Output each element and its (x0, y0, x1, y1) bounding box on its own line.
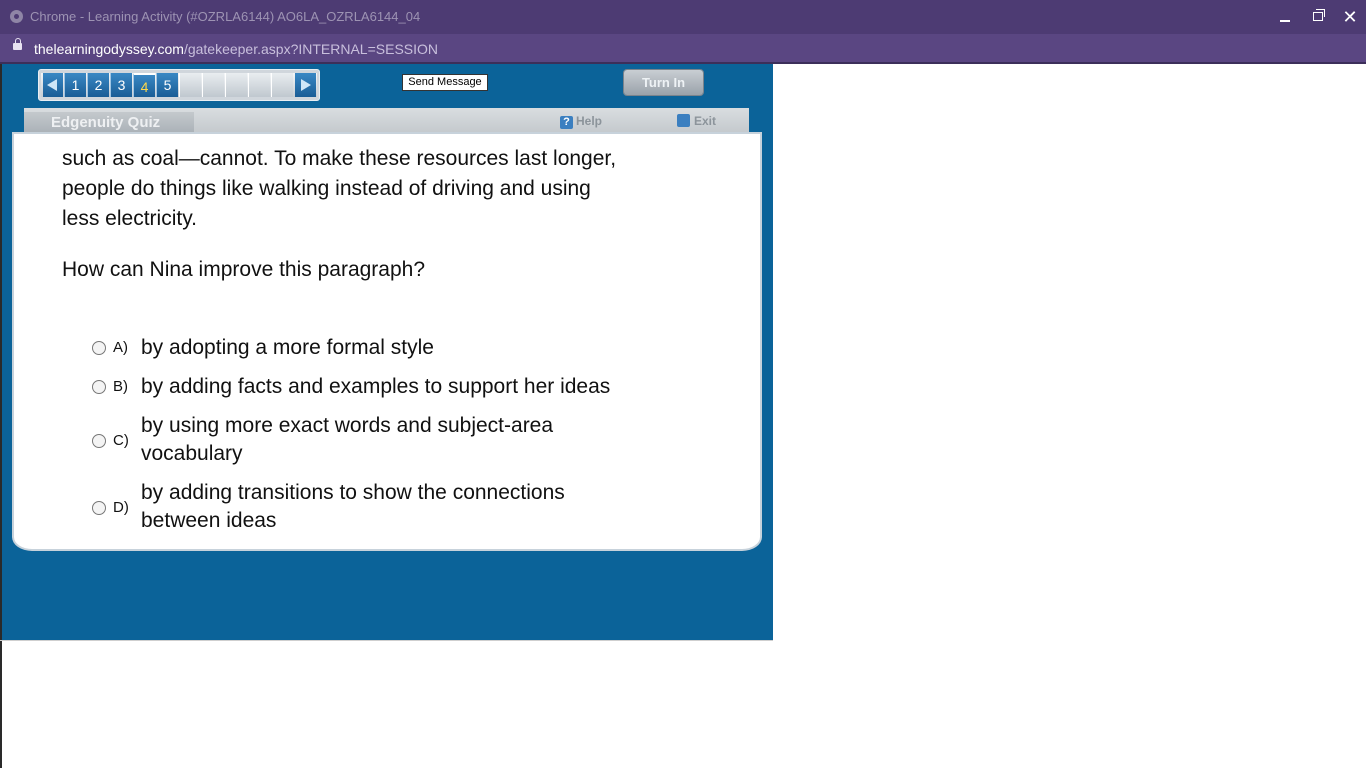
close-button[interactable]: ✕ (1338, 6, 1362, 28)
quiz-title: Edgenuity Quiz (24, 112, 194, 134)
url-host: thelearningodyssey.com (34, 41, 184, 57)
radio-icon[interactable] (92, 434, 106, 448)
option-text[interactable]: by adopting a more formal style (141, 334, 681, 362)
app-bottom-edge (0, 640, 773, 641)
previous-question-button[interactable] (43, 73, 63, 97)
option-text[interactable]: by using more exact words and subject-ar… (141, 412, 621, 468)
address-bar[interactable]: thelearningodyssey.com/gatekeeper.aspx?I… (0, 34, 1366, 64)
nav-page-4[interactable]: 4 (133, 73, 155, 97)
quiz-header: Edgenuity Quiz ? Help Exit (24, 108, 749, 134)
nav-page-empty (225, 73, 247, 97)
nav-page-3[interactable]: 3 (110, 73, 132, 97)
question-nav: 1 2 3 4 5 (38, 69, 320, 101)
radio-icon[interactable] (92, 501, 106, 515)
restore-icon (1313, 12, 1323, 21)
next-question-button[interactable] (295, 73, 316, 97)
option-text[interactable]: by adding transitions to show the connec… (141, 479, 641, 535)
radio-icon[interactable] (92, 341, 106, 355)
passage-line: such as coal—cannot. To make these resou… (62, 147, 617, 170)
option-letter: D) (113, 499, 129, 516)
nav-page-empty (179, 73, 201, 97)
nav-page-empty (202, 73, 224, 97)
radio-icon[interactable] (92, 380, 106, 394)
url-path: /gatekeeper.aspx?INTERNAL=SESSION (183, 41, 439, 57)
url-text[interactable]: thelearningodyssey.com/gatekeeper.aspx?I… (34, 41, 438, 57)
option-letter: A) (113, 339, 128, 356)
question-prompt: How can Nina improve this paragraph? (62, 258, 426, 281)
option-letter: B) (113, 378, 128, 395)
quiz-app: 1 2 3 4 5 Send Message Turn In Edgenuity… (2, 64, 773, 640)
help-button[interactable]: ? Help (560, 114, 602, 129)
passage-line: less electricity. (62, 207, 197, 230)
minimize-button[interactable] (1274, 6, 1298, 28)
option-text[interactable]: by adding facts and examples to support … (141, 373, 681, 401)
exit-icon (677, 114, 690, 127)
nav-page-empty (271, 73, 293, 97)
lock-icon (13, 38, 22, 50)
exit-label: Exit (694, 114, 717, 128)
nav-page-empty (248, 73, 270, 97)
turn-in-button[interactable]: Turn In (624, 70, 703, 95)
window-title: Chrome - Learning Activity (#OZRLA6144) … (30, 9, 421, 24)
maximize-button[interactable] (1306, 6, 1330, 28)
nav-page-2[interactable]: 2 (87, 73, 109, 97)
passage-text: such as coal—cannot. To make these resou… (62, 144, 712, 234)
nav-page-1[interactable]: 1 (64, 73, 86, 97)
quiz-content: such as coal—cannot. To make these resou… (14, 134, 760, 549)
help-icon: ? (560, 116, 573, 129)
send-message-button[interactable]: Send Message (402, 74, 488, 91)
close-icon: ✕ (1342, 7, 1358, 27)
exit-button[interactable]: Exit (677, 114, 716, 128)
window-titlebar: Chrome - Learning Activity (#OZRLA6144) … (0, 0, 1366, 34)
chrome-icon (10, 10, 23, 23)
help-label: Help (576, 114, 603, 128)
minimize-icon (1280, 20, 1290, 22)
nav-page-5[interactable]: 5 (156, 73, 178, 97)
option-letter: C) (113, 432, 129, 449)
passage-line: people do things like walking instead of… (62, 177, 591, 200)
